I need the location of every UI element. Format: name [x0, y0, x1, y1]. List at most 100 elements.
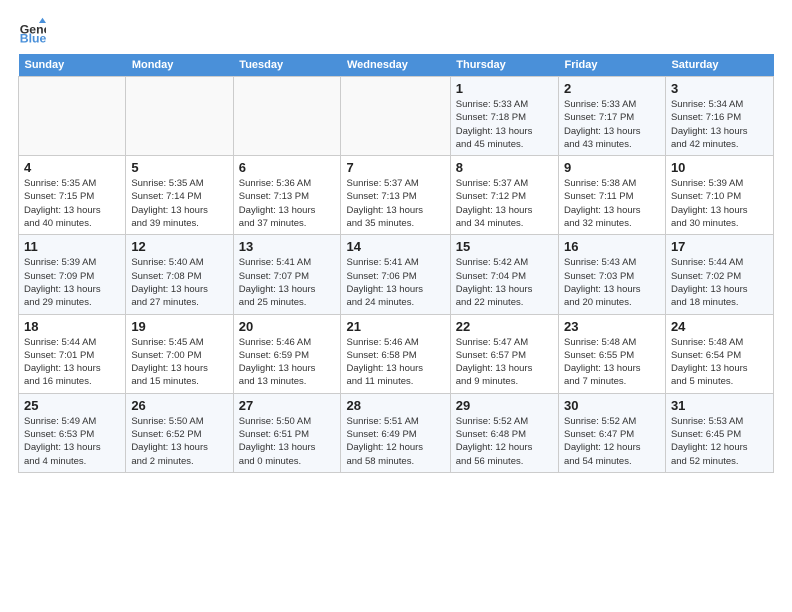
- calendar-cell: 2 Sunrise: 5:33 AM Sunset: 7:17 PM Daylig…: [558, 77, 665, 156]
- calendar-cell: 3 Sunrise: 5:34 AM Sunset: 7:16 PM Daylig…: [665, 77, 773, 156]
- calendar-cell: 31 Sunrise: 5:53 AM Sunset: 6:45 PM Dayli…: [665, 393, 773, 472]
- day-number: 8: [456, 160, 553, 175]
- calendar-cell: 11 Sunrise: 5:39 AM Sunset: 7:09 PM Dayli…: [19, 235, 126, 314]
- day-number: 11: [24, 239, 120, 254]
- day-info: Sunrise: 5:35 AM Sunset: 7:15 PM Dayligh…: [24, 177, 120, 230]
- calendar-cell: [19, 77, 126, 156]
- calendar-cell: [233, 77, 341, 156]
- day-info: Sunrise: 5:47 AM Sunset: 6:57 PM Dayligh…: [456, 336, 553, 389]
- day-number: 10: [671, 160, 768, 175]
- day-number: 12: [131, 239, 227, 254]
- day-number: 6: [239, 160, 336, 175]
- calendar-cell: 17 Sunrise: 5:44 AM Sunset: 7:02 PM Dayli…: [665, 235, 773, 314]
- calendar-cell: 7Sunrise: 5:37 AM Sunset: 7:13 PM Daylig…: [341, 156, 450, 235]
- day-number: 24: [671, 319, 768, 334]
- calendar-cell: 29 Sunrise: 5:52 AM Sunset: 6:48 PM Dayli…: [450, 393, 558, 472]
- calendar-cell: 22 Sunrise: 5:47 AM Sunset: 6:57 PM Dayli…: [450, 314, 558, 393]
- day-info: Sunrise: 5:34 AM Sunset: 7:16 PM Dayligh…: [671, 98, 768, 151]
- day-info: Sunrise: 5:39 AM Sunset: 7:09 PM Dayligh…: [24, 256, 120, 309]
- day-info: Sunrise: 5:45 AM Sunset: 7:00 PM Dayligh…: [131, 336, 227, 389]
- day-info: Sunrise: 5:52 AM Sunset: 6:47 PM Dayligh…: [564, 415, 660, 468]
- calendar-cell: 9 Sunrise: 5:38 AM Sunset: 7:11 PM Daylig…: [558, 156, 665, 235]
- calendar-cell: 12 Sunrise: 5:40 AM Sunset: 7:08 PM Dayli…: [126, 235, 233, 314]
- calendar-cell: 1 Sunrise: 5:33 AM Sunset: 7:18 PM Daylig…: [450, 77, 558, 156]
- day-number: 5: [131, 160, 227, 175]
- day-info: Sunrise: 5:51 AM Sunset: 6:49 PM Dayligh…: [346, 415, 444, 468]
- day-number: 9: [564, 160, 660, 175]
- day-info: Sunrise: 5:42 AM Sunset: 7:04 PM Dayligh…: [456, 256, 553, 309]
- calendar-cell: 4 Sunrise: 5:35 AM Sunset: 7:15 PM Daylig…: [19, 156, 126, 235]
- header: General Blue: [18, 16, 774, 44]
- calendar-cell: 23 Sunrise: 5:48 AM Sunset: 6:55 PM Dayli…: [558, 314, 665, 393]
- weekday-header-monday: Monday: [126, 54, 233, 77]
- logo-icon: General Blue: [18, 16, 46, 44]
- calendar-cell: 24 Sunrise: 5:48 AM Sunset: 6:54 PM Dayli…: [665, 314, 773, 393]
- calendar-cell: 8Sunrise: 5:37 AM Sunset: 7:12 PM Daylig…: [450, 156, 558, 235]
- day-number: 28: [346, 398, 444, 413]
- weekday-header-sunday: Sunday: [19, 54, 126, 77]
- day-number: 19: [131, 319, 227, 334]
- day-info: Sunrise: 5:38 AM Sunset: 7:11 PM Dayligh…: [564, 177, 660, 230]
- weekday-header-saturday: Saturday: [665, 54, 773, 77]
- week-row-2: 4 Sunrise: 5:35 AM Sunset: 7:15 PM Daylig…: [19, 156, 774, 235]
- day-info: Sunrise: 5:48 AM Sunset: 6:55 PM Dayligh…: [564, 336, 660, 389]
- weekday-header-wednesday: Wednesday: [341, 54, 450, 77]
- day-info: Sunrise: 5:33 AM Sunset: 7:17 PM Dayligh…: [564, 98, 660, 151]
- day-number: 14: [346, 239, 444, 254]
- calendar-cell: 10Sunrise: 5:39 AM Sunset: 7:10 PM Dayli…: [665, 156, 773, 235]
- calendar-cell: 6Sunrise: 5:36 AM Sunset: 7:13 PM Daylig…: [233, 156, 341, 235]
- calendar-cell: 14 Sunrise: 5:41 AM Sunset: 7:06 PM Dayli…: [341, 235, 450, 314]
- week-row-1: 1 Sunrise: 5:33 AM Sunset: 7:18 PM Daylig…: [19, 77, 774, 156]
- calendar-cell: 20 Sunrise: 5:46 AM Sunset: 6:59 PM Dayli…: [233, 314, 341, 393]
- day-number: 22: [456, 319, 553, 334]
- calendar-cell: 13 Sunrise: 5:41 AM Sunset: 7:07 PM Dayli…: [233, 235, 341, 314]
- logo: General Blue: [18, 16, 50, 44]
- day-number: 23: [564, 319, 660, 334]
- day-info: Sunrise: 5:33 AM Sunset: 7:18 PM Dayligh…: [456, 98, 553, 151]
- day-number: 30: [564, 398, 660, 413]
- day-number: 3: [671, 81, 768, 96]
- calendar-cell: 19 Sunrise: 5:45 AM Sunset: 7:00 PM Dayli…: [126, 314, 233, 393]
- week-row-5: 25Sunrise: 5:49 AM Sunset: 6:53 PM Dayli…: [19, 393, 774, 472]
- day-number: 27: [239, 398, 336, 413]
- day-info: Sunrise: 5:50 AM Sunset: 6:51 PM Dayligh…: [239, 415, 336, 468]
- day-number: 29: [456, 398, 553, 413]
- day-number: 21: [346, 319, 444, 334]
- svg-text:Blue: Blue: [20, 31, 46, 44]
- day-number: 4: [24, 160, 120, 175]
- calendar-cell: 25Sunrise: 5:49 AM Sunset: 6:53 PM Dayli…: [19, 393, 126, 472]
- calendar-cell: 26 Sunrise: 5:50 AM Sunset: 6:52 PM Dayli…: [126, 393, 233, 472]
- day-info: Sunrise: 5:43 AM Sunset: 7:03 PM Dayligh…: [564, 256, 660, 309]
- weekday-header-friday: Friday: [558, 54, 665, 77]
- day-number: 20: [239, 319, 336, 334]
- day-info: Sunrise: 5:44 AM Sunset: 7:02 PM Dayligh…: [671, 256, 768, 309]
- calendar-cell: 30 Sunrise: 5:52 AM Sunset: 6:47 PM Dayli…: [558, 393, 665, 472]
- weekday-header-thursday: Thursday: [450, 54, 558, 77]
- calendar-cell: [126, 77, 233, 156]
- day-number: 7: [346, 160, 444, 175]
- day-number: 2: [564, 81, 660, 96]
- day-info: Sunrise: 5:41 AM Sunset: 7:06 PM Dayligh…: [346, 256, 444, 309]
- page: General Blue SundayMondayTuesdayWednesda…: [0, 0, 792, 612]
- day-number: 25: [24, 398, 120, 413]
- day-number: 13: [239, 239, 336, 254]
- day-info: Sunrise: 5:40 AM Sunset: 7:08 PM Dayligh…: [131, 256, 227, 309]
- calendar-table: SundayMondayTuesdayWednesdayThursdayFrid…: [18, 54, 774, 473]
- day-number: 31: [671, 398, 768, 413]
- day-info: Sunrise: 5:48 AM Sunset: 6:54 PM Dayligh…: [671, 336, 768, 389]
- day-number: 17: [671, 239, 768, 254]
- day-info: Sunrise: 5:50 AM Sunset: 6:52 PM Dayligh…: [131, 415, 227, 468]
- week-row-4: 18Sunrise: 5:44 AM Sunset: 7:01 PM Dayli…: [19, 314, 774, 393]
- day-info: Sunrise: 5:41 AM Sunset: 7:07 PM Dayligh…: [239, 256, 336, 309]
- day-info: Sunrise: 5:46 AM Sunset: 6:59 PM Dayligh…: [239, 336, 336, 389]
- day-info: Sunrise: 5:44 AM Sunset: 7:01 PM Dayligh…: [24, 336, 120, 389]
- weekday-header-tuesday: Tuesday: [233, 54, 341, 77]
- day-number: 15: [456, 239, 553, 254]
- calendar-cell: 21Sunrise: 5:46 AM Sunset: 6:58 PM Dayli…: [341, 314, 450, 393]
- calendar-cell: 16Sunrise: 5:43 AM Sunset: 7:03 PM Dayli…: [558, 235, 665, 314]
- day-info: Sunrise: 5:52 AM Sunset: 6:48 PM Dayligh…: [456, 415, 553, 468]
- day-number: 26: [131, 398, 227, 413]
- day-number: 1: [456, 81, 553, 96]
- day-info: Sunrise: 5:53 AM Sunset: 6:45 PM Dayligh…: [671, 415, 768, 468]
- week-row-3: 11 Sunrise: 5:39 AM Sunset: 7:09 PM Dayli…: [19, 235, 774, 314]
